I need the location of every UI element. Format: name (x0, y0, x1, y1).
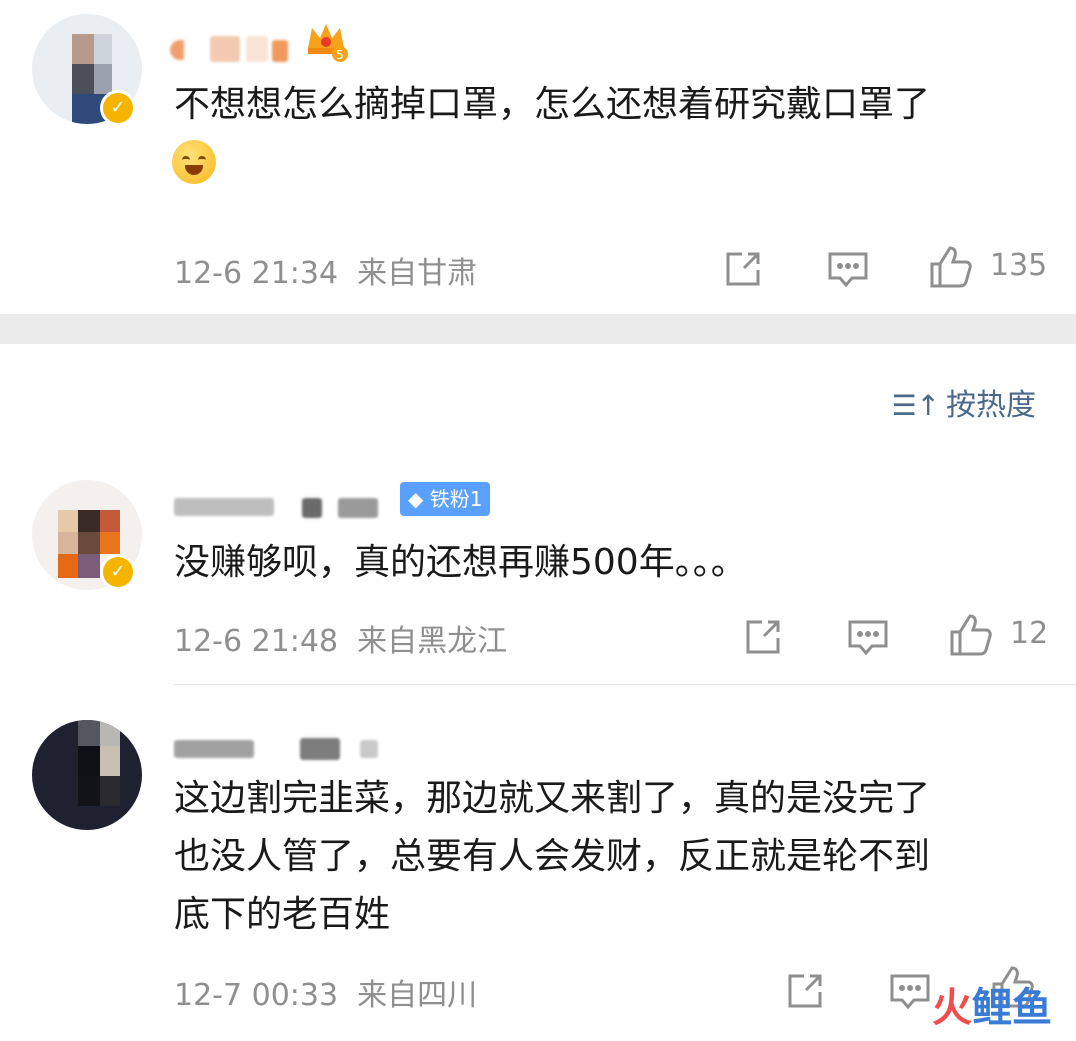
comment-icon (828, 252, 868, 288)
crown-icon: 5 (308, 24, 348, 62)
comment-time: 12-6 21:48 (174, 624, 339, 659)
thumbs-up-icon (930, 246, 972, 288)
sort-icon: ☰↑ (891, 389, 940, 422)
comment-icon (890, 974, 930, 1010)
share-button[interactable] (784, 970, 826, 1012)
comment-time: 12-7 00:33 (174, 978, 339, 1013)
username-redacted[interactable] (174, 486, 394, 520)
section-separator (0, 314, 1076, 344)
sort-by-hot-button[interactable]: ☰↑ 按热度 (891, 380, 1036, 424)
comment-text: 没赚够呗，真的还想再赚500年。。。 (174, 542, 747, 583)
comment-text-line: 这边割完韭菜，那边就又来割了，真的是没完了 (174, 778, 931, 819)
comment-icon (848, 620, 888, 656)
like-count: 135 (990, 248, 1048, 283)
like-button[interactable] (948, 612, 994, 658)
comment-button[interactable] (826, 250, 870, 290)
comment-location: 来自黑龙江 (357, 624, 508, 659)
comment-meta: 12-6 21:34 来自甘肃 (174, 248, 477, 292)
like-button[interactable] (928, 244, 974, 290)
comment-meta: 12-7 00:33 来自四川 (174, 970, 477, 1014)
comment-meta: 12-6 21:48 来自黑龙江 (174, 616, 507, 660)
comment-text: 不想想怎么摘掉口罩，怎么还想着研究戴口罩了 (174, 84, 931, 125)
username-redacted[interactable] (174, 734, 394, 768)
grin-emoji-icon (172, 140, 216, 184)
comment-location: 来自甘肃 (357, 256, 478, 291)
share-button[interactable] (722, 248, 764, 290)
comment-item: 这边割完韭菜，那边就又来割了，真的是没完了 也没人管了，总要有人会发财，反正就是… (0, 700, 1076, 1041)
comment-text-line: 也没人管了，总要有人会发财，反正就是轮不到 (174, 836, 931, 877)
share-button[interactable] (742, 616, 784, 658)
comment-time: 12-6 21:34 (174, 256, 339, 291)
thumbs-up-icon (950, 614, 992, 656)
comment-text: 这边割完韭菜，那边就又来割了，真的是没完了 也没人管了，总要有人会发财，反正就是… (174, 770, 1034, 944)
share-icon (746, 620, 780, 654)
comment-location: 来自四川 (357, 978, 478, 1013)
svg-text:5: 5 (336, 48, 344, 62)
fan-badge[interactable]: ◆ 铁粉1 (400, 482, 491, 516)
avatar[interactable] (32, 720, 142, 830)
username-redacted[interactable] (170, 32, 300, 66)
share-icon (726, 252, 760, 286)
share-icon (788, 974, 822, 1008)
comment-button[interactable] (888, 972, 932, 1012)
comment-item: ✓ 5 不想想怎么摘掉口罩，怎么还想着研究戴口罩了 12-6 21:34 来自甘… (0, 0, 1076, 314)
comment-item: ✓ ◆ 铁粉1 没赚够呗，真的还想再赚500年。。。 12-6 21:48 来自… (0, 470, 1076, 684)
comment-divider (174, 684, 1076, 685)
like-count: 12 (1010, 616, 1049, 651)
comment-text-line: 底下的老百姓 (174, 894, 391, 935)
comment-button[interactable] (846, 618, 890, 658)
watermark-logo: 火鲤鱼 (932, 985, 1052, 1031)
verified-icon: ✓ (100, 90, 136, 126)
verified-icon: ✓ (100, 554, 136, 590)
